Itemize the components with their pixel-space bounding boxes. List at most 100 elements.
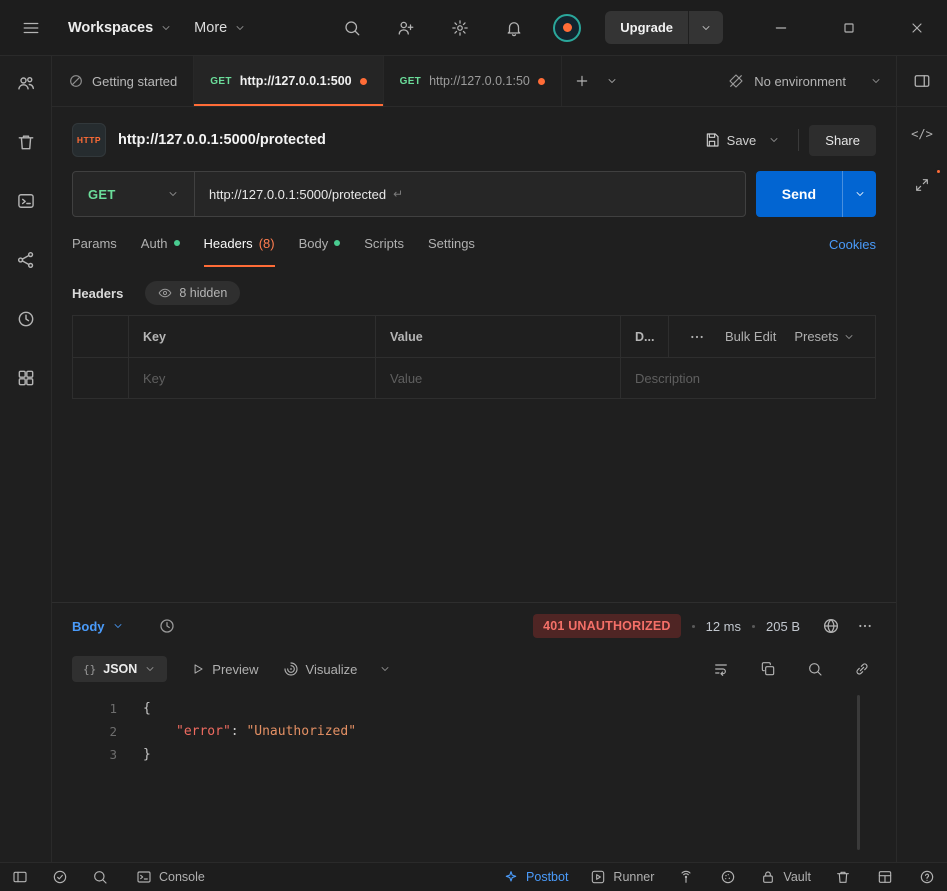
gear-icon [451, 19, 469, 37]
sidebar-item-team[interactable] [14, 71, 38, 95]
sparkle-icon [503, 869, 519, 885]
link-response-button[interactable] [848, 655, 876, 683]
account-avatar[interactable] [553, 14, 581, 42]
find-replace-button[interactable] [90, 867, 110, 887]
lock-icon [760, 869, 776, 885]
postbot-button[interactable]: Postbot [503, 869, 568, 885]
json-key: "error" [176, 724, 231, 739]
search-button[interactable] [337, 13, 367, 43]
new-tab-button[interactable] [568, 67, 596, 95]
response-size[interactable]: 205 B [766, 619, 800, 634]
runner-button[interactable]: Runner [590, 869, 654, 885]
separator-dot [752, 625, 755, 628]
no-environment-icon [728, 73, 744, 89]
capture-requests-button[interactable] [676, 867, 696, 887]
console-button[interactable]: Console [136, 869, 205, 885]
sidebar-item-mock[interactable] [14, 189, 38, 213]
headers-count: (8) [259, 236, 275, 251]
presets-dropdown[interactable]: Presets [794, 329, 855, 344]
status-bar: Console Postbot Runner Vault [0, 862, 947, 891]
main-menu-button[interactable] [16, 13, 46, 43]
window-minimize-button[interactable] [767, 14, 795, 42]
response-options-button[interactable] [854, 615, 876, 637]
more-label: More [194, 20, 227, 36]
tab-settings[interactable]: Settings [428, 221, 475, 267]
hidden-headers-toggle[interactable]: 8 hidden [145, 281, 240, 305]
row-handle[interactable] [73, 358, 129, 398]
tab-body[interactable]: Body [299, 221, 341, 267]
sidebar-item-collections[interactable] [14, 130, 38, 154]
toggle-sidebar-button[interactable] [10, 867, 30, 887]
cookies-manager-button[interactable] [718, 867, 738, 887]
json-colon: : [231, 724, 247, 739]
window-close-button[interactable] [903, 14, 931, 42]
tab-label: Getting started [92, 74, 177, 89]
help-button[interactable] [917, 867, 937, 887]
tab-request-1[interactable]: GET http://127.0.0.1:500 [194, 56, 383, 106]
tab-list-button[interactable] [600, 69, 624, 93]
share-button[interactable]: Share [809, 125, 876, 156]
key-input[interactable]: Key [129, 358, 376, 398]
save-button[interactable]: Save [700, 126, 761, 154]
response-stats: 401 UNAUTHORIZED 12 ms 205 B [533, 614, 876, 638]
tab-url: http://127.0.0.1:50 [429, 74, 530, 88]
eye-icon [158, 286, 172, 300]
sidebar-item-history[interactable] [14, 307, 38, 331]
visualize-label: Visualize [306, 662, 358, 677]
tab-params[interactable]: Params [72, 221, 117, 267]
notifications-button[interactable] [499, 13, 529, 43]
invite-user-button[interactable] [391, 13, 421, 43]
expand-panel-button[interactable] [908, 171, 936, 199]
visualize-dropdown-button[interactable] [373, 657, 397, 681]
tab-getting-started[interactable]: Getting started [52, 56, 194, 106]
circle-slash-icon [68, 73, 84, 89]
response-body-dropdown[interactable]: Body [72, 619, 124, 634]
save-dropdown-button[interactable] [760, 128, 788, 152]
sidebar-item-flows[interactable] [14, 248, 38, 272]
settings-button[interactable] [445, 13, 475, 43]
save-response-button[interactable] [819, 614, 843, 638]
postman-app: Workspaces More Upgrade [0, 0, 947, 891]
response-time[interactable]: 12 ms [706, 619, 741, 634]
format-dropdown[interactable]: {} JSON [72, 656, 167, 682]
connection-status-button[interactable] [50, 867, 70, 887]
description-input[interactable]: Description [621, 358, 875, 398]
environment-selector[interactable]: No environment [714, 56, 896, 106]
send-button[interactable]: Send [756, 171, 842, 217]
tab-label: Scripts [364, 236, 404, 251]
two-pane-view-button[interactable] [875, 867, 895, 887]
environment-quick-look-button[interactable] [907, 66, 937, 96]
send-dropdown-button[interactable] [842, 171, 876, 217]
status-badge[interactable]: 401 UNAUTHORIZED [533, 614, 681, 638]
window-maximize-button[interactable] [835, 14, 863, 42]
tab-headers[interactable]: Headers (8) [204, 221, 275, 267]
scrollbar[interactable] [857, 695, 860, 850]
method-selector[interactable]: GET [73, 172, 195, 216]
url-input[interactable]: http://127.0.0.1:5000/protected ↵ [195, 172, 745, 216]
upgrade-button[interactable]: Upgrade [605, 11, 688, 44]
upgrade-dropdown-button[interactable] [688, 11, 723, 44]
more-menu[interactable]: More [194, 20, 246, 36]
value-input[interactable]: Value [376, 358, 621, 398]
bulk-edit-button[interactable]: Bulk Edit [725, 329, 776, 344]
vault-button[interactable]: Vault [760, 869, 811, 885]
search-icon [92, 869, 108, 885]
trash-button[interactable] [833, 867, 853, 887]
code-snippet-button[interactable]: </> [911, 127, 933, 141]
cookies-link[interactable]: Cookies [829, 221, 876, 267]
sidebar-item-more-tools[interactable] [14, 366, 38, 390]
workspaces-label: Workspaces [68, 20, 153, 36]
workspaces-menu[interactable]: Workspaces [68, 20, 172, 36]
copy-response-button[interactable] [754, 655, 782, 683]
visualize-button[interactable]: Visualize [283, 661, 358, 677]
preview-button[interactable]: Preview [191, 662, 258, 677]
response-history-button[interactable] [152, 611, 182, 641]
tab-scripts[interactable]: Scripts [364, 221, 404, 267]
response-body-viewer[interactable]: 1 { 2 "error": "Unauthorized" 3 } [52, 689, 896, 862]
search-response-button[interactable] [801, 655, 829, 683]
tab-auth[interactable]: Auth [141, 221, 180, 267]
column-options-button[interactable] [687, 327, 707, 347]
tab-request-2[interactable]: GET http://127.0.0.1:50 [384, 56, 562, 106]
wrap-text-button[interactable] [707, 655, 735, 683]
column-key: Key [129, 316, 376, 357]
